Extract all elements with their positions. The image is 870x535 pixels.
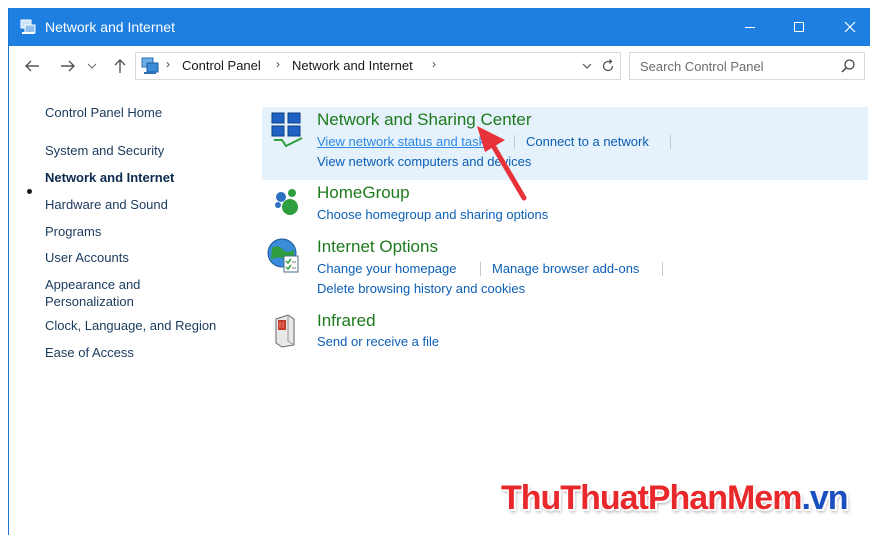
chevron-down-icon: [87, 63, 97, 69]
sidebar-item-control-panel-home[interactable]: Control Panel Home: [45, 104, 162, 121]
forward-arrow-icon: [61, 60, 75, 72]
minimize-icon: [745, 27, 755, 28]
breadcrumb-separator[interactable]: ›: [276, 57, 280, 71]
link-manage-addons[interactable]: Manage browser add-ons: [492, 261, 639, 276]
maximize-button[interactable]: [776, 8, 822, 46]
up-button[interactable]: [109, 56, 131, 76]
navigation-bar: › Control Panel › Network and Internet ›: [9, 46, 870, 86]
close-icon: [844, 21, 856, 33]
network-app-icon: [20, 19, 36, 34]
watermark-part3: .vn: [801, 479, 848, 517]
control-panel-icon: [141, 57, 159, 74]
link-send-receive-file[interactable]: Send or receive a file: [317, 334, 439, 349]
network-sharing-icon[interactable]: [268, 110, 308, 150]
sidebar: Control Panel Home System and Security N…: [9, 86, 249, 535]
watermark-part2: PhanMem: [647, 479, 803, 517]
sidebar-item-label-line2: Personalization: [45, 294, 134, 309]
active-bullet: [27, 189, 32, 194]
sidebar-item-clock-language-region[interactable]: Clock, Language, and Region: [45, 317, 216, 334]
sidebar-item-programs[interactable]: Programs: [45, 223, 101, 240]
minimize-button[interactable]: [727, 8, 773, 46]
maximize-icon: [794, 22, 804, 32]
refresh-icon[interactable]: [600, 58, 616, 74]
back-arrow-icon: [25, 60, 39, 72]
link-divider: [662, 262, 663, 276]
sidebar-item-appearance-and-personalization[interactable]: Appearance and Personalization: [45, 276, 140, 310]
sidebar-item-ease-of-access[interactable]: Ease of Access: [45, 344, 134, 361]
window-title: Network and Internet: [45, 19, 175, 35]
recent-locations-button[interactable]: [85, 56, 99, 76]
link-divider: [480, 262, 481, 276]
close-button[interactable]: [827, 8, 870, 46]
watermark-logo: ThuThuatPhanMem.vn: [501, 479, 849, 518]
sidebar-item-system-and-security[interactable]: System and Security: [45, 142, 164, 159]
forward-button[interactable]: [57, 56, 79, 76]
search-input[interactable]: [638, 56, 832, 76]
sidebar-item-user-accounts[interactable]: User Accounts: [45, 249, 129, 266]
title-bar[interactable]: Network and Internet: [9, 8, 870, 46]
sidebar-item-label-line1: Appearance and: [45, 277, 141, 292]
address-dropdown-icon[interactable]: [582, 62, 592, 70]
internet-options-icon[interactable]: [266, 236, 306, 276]
address-bar[interactable]: › Control Panel › Network and Internet ›: [135, 52, 621, 80]
back-button[interactable]: [21, 56, 43, 76]
sidebar-item-hardware-and-sound[interactable]: Hardware and Sound: [45, 196, 168, 213]
search-icon[interactable]: [840, 58, 856, 74]
infrared-icon[interactable]: [268, 309, 308, 349]
search-box[interactable]: [629, 52, 865, 80]
breadcrumb-separator[interactable]: ›: [432, 57, 436, 71]
up-arrow-icon: [114, 59, 126, 73]
link-delete-browsing-history[interactable]: Delete browsing history and cookies: [317, 281, 525, 296]
link-change-homepage[interactable]: Change your homepage: [317, 261, 457, 276]
breadcrumb-network-and-internet[interactable]: Network and Internet: [292, 58, 413, 73]
control-panel-window: Network and Internet › Control Panel › N…: [8, 8, 870, 535]
watermark-part1: ThuThuat: [501, 479, 649, 517]
link-divider: [670, 135, 671, 149]
category-title-internet-options[interactable]: Internet Options: [317, 237, 438, 257]
category-title-homegroup[interactable]: HomeGroup: [317, 183, 410, 203]
annotation-arrow-icon: [477, 126, 527, 201]
link-connect-to-network[interactable]: Connect to a network: [526, 134, 649, 149]
category-title-infrared[interactable]: Infrared: [317, 311, 376, 331]
breadcrumb-control-panel[interactable]: Control Panel: [182, 58, 261, 73]
sidebar-item-network-and-internet: Network and Internet: [45, 170, 175, 185]
link-view-network-status[interactable]: View network status and tasks: [317, 134, 492, 149]
breadcrumb-separator: ›: [166, 57, 170, 71]
homegroup-icon[interactable]: [268, 185, 308, 225]
